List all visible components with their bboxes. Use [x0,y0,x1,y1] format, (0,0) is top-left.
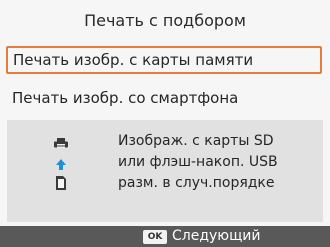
info-line: разм. в случ.порядке [118,175,275,191]
next-label: Следующий [172,228,261,244]
info-text: Изображ. с карты SD или флэш-накоп. USB … [118,131,318,194]
menu-item-print-from-smartphone[interactable]: Печать изобр. со смартфона [6,84,322,112]
menu-item-label: Печать изобр. со смартфона [12,89,239,107]
info-line: или флэш-накоп. USB [118,154,278,170]
screen-title: Печать с подбором [84,11,246,30]
info-line: Изображ. с карты SD [118,133,274,149]
menu-item-print-from-memory-card[interactable]: Печать изобр. с карты памяти [6,46,322,74]
ok-button-icon[interactable]: OK [143,230,167,244]
info-icons [54,138,68,190]
printer-screen: Печать с подбором Печать изобр. с карты … [0,0,330,247]
printer-icon [54,138,68,148]
memory-card-icon [56,176,66,190]
up-arrow-icon [56,159,66,170]
info-panel: Изображ. с карты SD или флэш-накоп. USB … [7,120,323,222]
menu-item-label: Печать изобр. с карты памяти [13,51,254,69]
footer-bar: OK Следующий [0,226,330,247]
